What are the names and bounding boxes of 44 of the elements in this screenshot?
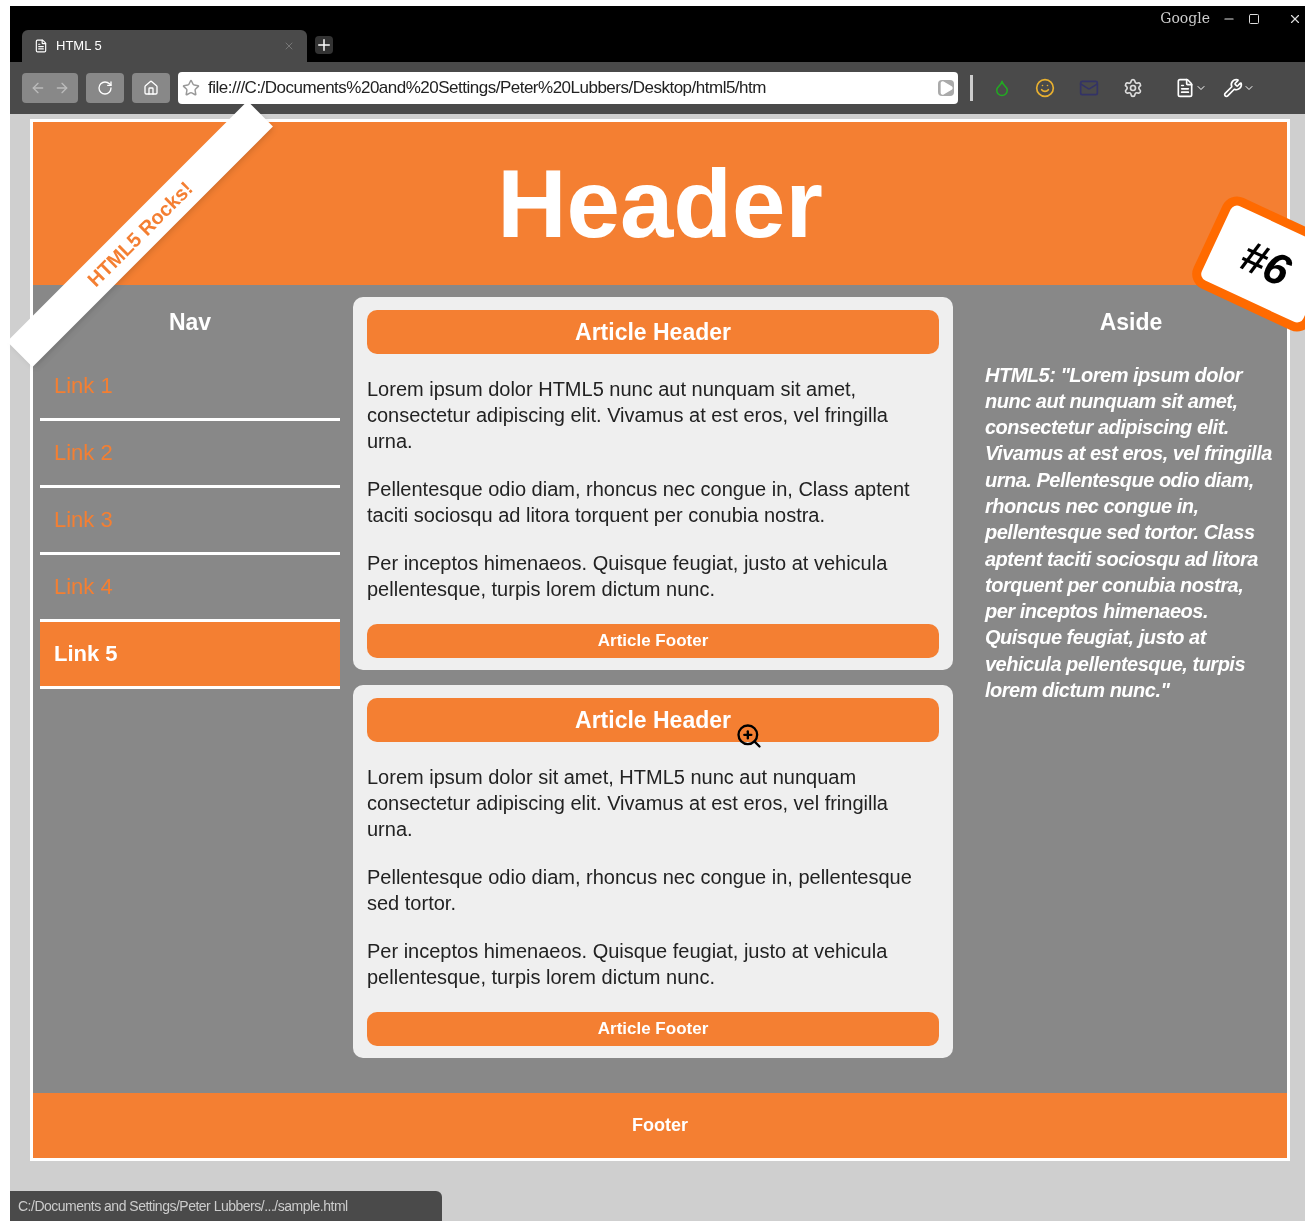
article-paragraph: Per inceptos himenaeos. Quisque feugiat, justo at vehicula pellentesque, turpis lorem dictum nunc. xyxy=(367,551,889,602)
gear-icon[interactable] xyxy=(1123,78,1143,98)
maximize-icon[interactable] xyxy=(1248,12,1260,25)
go-icon[interactable] xyxy=(938,80,954,96)
article-paragraph: Lorem ipsum dolor HTML5 nunc aut nunquam sit amet, consectetur adipiscing elit. Vivamus at est eros, vel fringilla urna. xyxy=(367,377,889,454)
nav-link[interactable]: Link 1 xyxy=(40,353,340,421)
close-icon[interactable] xyxy=(283,40,295,52)
article-paragraph: Per inceptos himenaeos. Quisque feugiat, justo at vehicula pellentesque, turpis lorem dictum nunc. xyxy=(367,939,889,990)
article-footer: Article Footer xyxy=(367,1012,939,1046)
article-header-title: Article Header xyxy=(575,705,731,735)
badge-text: #6 xyxy=(1232,229,1300,298)
nav-link[interactable]: Link 5 xyxy=(40,621,340,689)
page-icon[interactable] xyxy=(1175,78,1195,98)
page-icon xyxy=(34,39,48,53)
reload-icon[interactable] xyxy=(97,80,113,96)
wrench-menu-button[interactable] xyxy=(1223,78,1255,98)
star-icon[interactable] xyxy=(182,79,200,97)
aside-text: HTML5: "Lorem ipsum dolor nunc aut nunquam sit amet, consectetur adipiscing elit. Vivamus at est eros, vel fringilla urna. Pellentesque odio diam, rhoncus nec congue in, pellentesque sed tortor. Class aptent taciti sociosqu ad litora torquent per conubia nostra, per inceptos himenaeos. Quisque feugiat, justo at vehicula pellentesque, turpis lorem dictum nunc." xyxy=(985,362,1273,704)
nav-title: Nav xyxy=(167,308,213,337)
home-icon[interactable] xyxy=(143,80,159,96)
status-text: C:/Documents and Settings/Peter Lubbers/.../sample.html xyxy=(18,1196,348,1216)
address-bar[interactable]: file:///C:/Documents%20and%20Settings/Peter%20Lubbers/Desktop/html5/htm xyxy=(178,72,958,104)
browser-tab[interactable]: HTML 5 xyxy=(22,30,307,62)
droplet-icon[interactable] xyxy=(993,79,1011,97)
header-title: Header xyxy=(497,155,823,252)
zoom-cursor-icon xyxy=(735,722,763,750)
new-tab-icon[interactable] xyxy=(315,36,333,54)
reload-button[interactable] xyxy=(86,73,124,103)
page-menu-button[interactable] xyxy=(1175,78,1207,98)
article-paragraph: Lorem ipsum dolor sit amet, HTML5 nunc aut nunquam consectetur adipiscing elit. Vivamus at est eros, vel fringilla urna. xyxy=(367,765,889,842)
article-header-title: Article Header xyxy=(575,317,731,347)
footer-text: Footer xyxy=(632,1114,688,1137)
tab-title: HTML 5 xyxy=(56,37,103,56)
aside-title: Aside xyxy=(1098,308,1164,337)
address-text: file:///C:/Documents%20and%20Settings/Peter%20Lubbers/Desktop/html5/htm xyxy=(208,77,767,100)
face-icon[interactable] xyxy=(1035,78,1055,98)
wrench-icon[interactable] xyxy=(1223,78,1243,98)
home-button[interactable] xyxy=(132,73,170,103)
article-footer: Article Footer xyxy=(367,624,939,658)
brand-label: Google xyxy=(1160,9,1210,28)
nav-link[interactable]: Link 3 xyxy=(40,487,340,555)
article-paragraph: Pellentesque odio diam, rhoncus nec congue in, pellentesque sed tortor. xyxy=(367,865,913,916)
nav-link[interactable]: Link 2 xyxy=(40,420,340,488)
article-paragraph: Pellentesque odio diam, rhoncus nec congue in, Class aptent taciti sociosqu ad litora torquent per conubia nostra. xyxy=(367,477,911,528)
